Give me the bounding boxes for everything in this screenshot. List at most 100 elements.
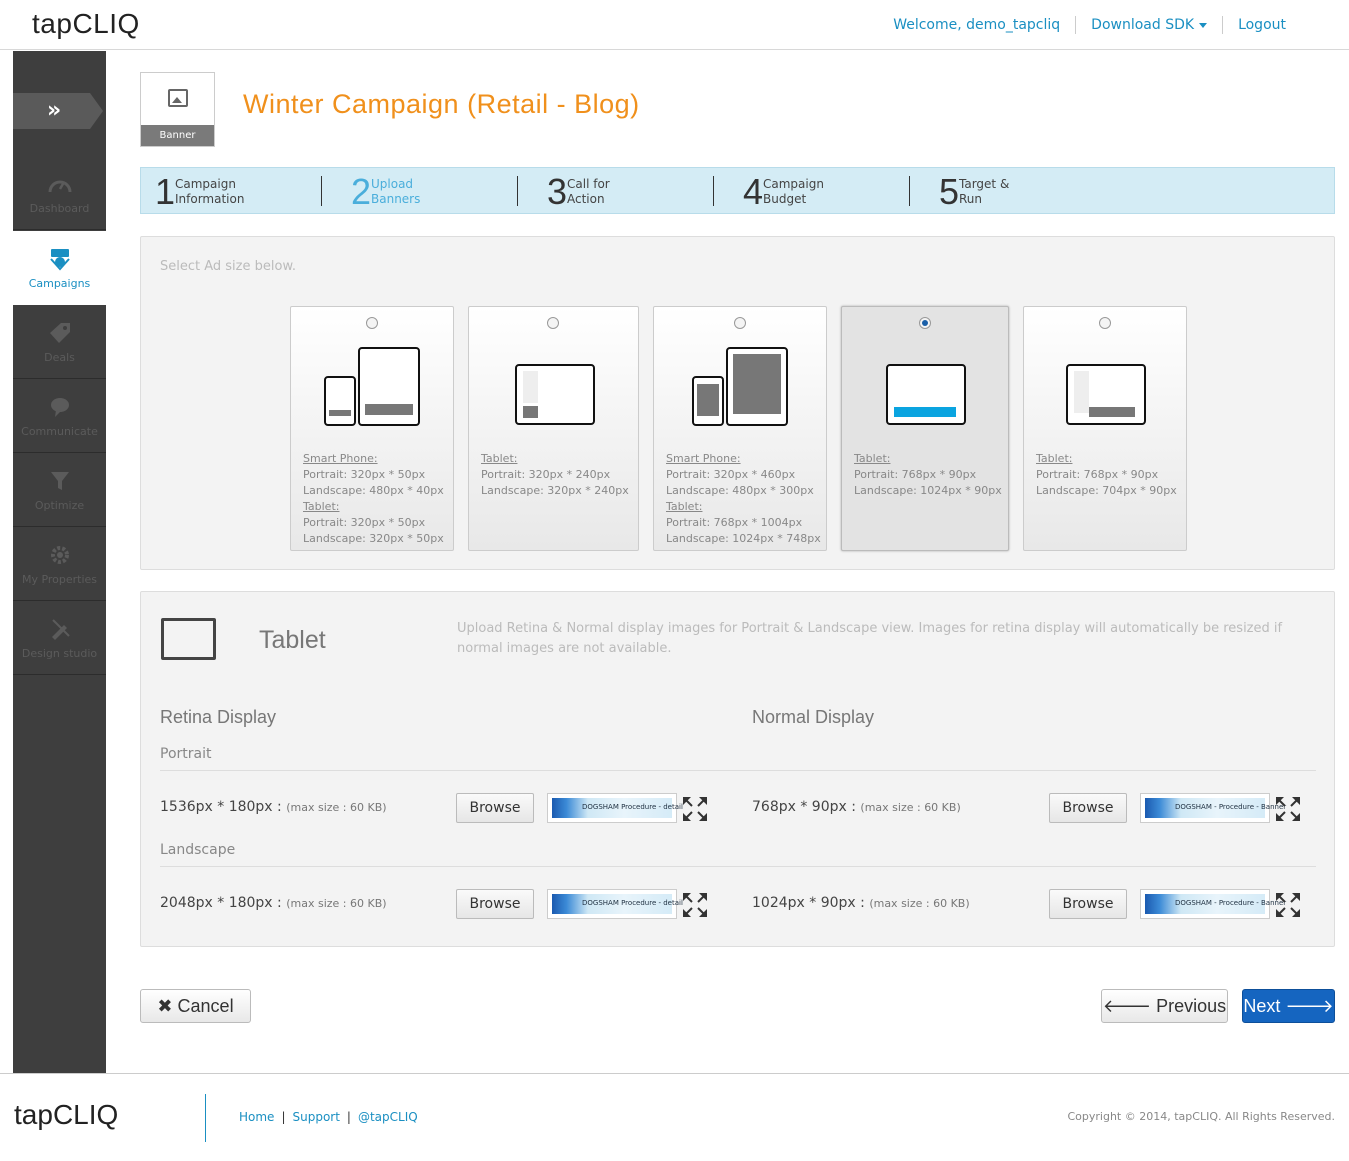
sidebar-item-dashboard[interactable]: Dashboard bbox=[13, 156, 106, 230]
copyright: Copyright © 2014, tapCLIQ. All Rights Re… bbox=[1067, 1110, 1336, 1123]
step-label-line2: Run bbox=[959, 192, 983, 206]
footer-link-twitter[interactable]: @tapCLIQ bbox=[358, 1110, 418, 1124]
previous-button[interactable]: 🡐 Previous bbox=[1101, 989, 1228, 1023]
banner-thumbnail: DOGSHAM - Procedure - Banner bbox=[1140, 793, 1286, 823]
max-size-note: (max size : 60 KB) bbox=[860, 801, 961, 814]
footer-divider bbox=[205, 1094, 206, 1142]
banner-image: DOGSHAM - Procedure - Banner bbox=[1145, 798, 1286, 818]
max-size-note: (max size : 60 KB) bbox=[286, 897, 387, 910]
divider bbox=[160, 770, 1316, 771]
ad-size-radio-5[interactable] bbox=[1099, 317, 1111, 329]
download-sdk-menu[interactable]: Download SDK bbox=[1075, 16, 1222, 34]
step-number: 3 bbox=[547, 171, 568, 212]
ad-size-card-3[interactable]: Smart Phone: Portrait: 320px * 460px Lan… bbox=[653, 306, 827, 551]
download-sdk-label: Download SDK bbox=[1091, 17, 1195, 33]
desc-line: Tablet: bbox=[481, 452, 518, 465]
browse-button[interactable]: Browse bbox=[456, 793, 534, 823]
ad-size-card-4[interactable]: Tablet: Portrait: 768px * 90px Landscape… bbox=[841, 306, 1009, 551]
browse-button[interactable]: Browse bbox=[1049, 889, 1127, 919]
sidebar-item-label: Dashboard bbox=[29, 202, 90, 215]
step-call-for-action[interactable]: 3 Call for Action bbox=[533, 168, 729, 213]
sidebar-item-label: Campaigns bbox=[28, 277, 91, 290]
ad-size-panel: Select Ad size below. Smart Phone: Portr… bbox=[140, 236, 1335, 570]
cancel-button[interactable]: ✖ Cancel bbox=[140, 989, 251, 1023]
portrait-label: Portrait bbox=[160, 746, 212, 762]
cancel-label: Cancel bbox=[177, 996, 234, 1016]
ad-size-card-2[interactable]: Tablet: Portrait: 320px * 240px Landscap… bbox=[468, 306, 639, 551]
sidebar-item-my-properties[interactable]: My Properties bbox=[13, 527, 106, 601]
browse-button[interactable]: Browse bbox=[456, 889, 534, 919]
ad-size-card-5[interactable]: Tablet: Portrait: 768px * 90px Landscape… bbox=[1023, 306, 1187, 551]
sidebar-item-communicate[interactable]: Communicate bbox=[13, 379, 106, 453]
ad-size-card-1[interactable]: Smart Phone: Portrait: 320px * 50px Land… bbox=[290, 306, 454, 551]
step-label: Campaign Information bbox=[175, 177, 244, 207]
footer-logo[interactable]: tapCLIQ bbox=[14, 1099, 118, 1131]
welcome-link[interactable]: Welcome, demo_tapcliq bbox=[878, 16, 1075, 34]
expand-icon[interactable] bbox=[681, 891, 709, 919]
max-size-note: (max size : 60 KB) bbox=[869, 897, 970, 910]
sidebar-item-label: Design studio bbox=[21, 647, 98, 660]
step-label-line1: Call for bbox=[567, 177, 610, 191]
expand-icon[interactable] bbox=[681, 795, 709, 823]
logo[interactable]: tapCLIQ bbox=[32, 8, 140, 40]
expand-icon[interactable] bbox=[1274, 795, 1302, 823]
desc-line: Smart Phone: bbox=[303, 452, 378, 465]
campaign-type-label: Banner bbox=[141, 125, 214, 146]
close-icon: ✖ bbox=[157, 996, 173, 1016]
campaign-type-badge: Banner bbox=[140, 72, 215, 147]
logo-part-b: CLIQ bbox=[72, 8, 140, 39]
ad-size-radio-2[interactable] bbox=[547, 317, 559, 329]
ad-size-radio-1[interactable] bbox=[366, 317, 378, 329]
funnel-icon bbox=[50, 472, 69, 490]
footer-link-support[interactable]: Support bbox=[292, 1110, 339, 1124]
banner-image: DOGSHAM Procedure - detail bbox=[552, 894, 683, 914]
banner-thumbnail: DOGSHAM Procedure - detail bbox=[547, 793, 683, 823]
browse-button[interactable]: Browse bbox=[1049, 793, 1127, 823]
step-number: 5 bbox=[939, 171, 960, 212]
top-bar: tapCLIQ Welcome, demo_tapcliq Download S… bbox=[0, 0, 1349, 50]
ad-size-radio-3[interactable] bbox=[734, 317, 746, 329]
size-text: 1536px * 180px : bbox=[160, 799, 282, 815]
step-campaign-information[interactable]: 1 Campaign Information bbox=[141, 168, 337, 213]
desc-line: Portrait: 320px * 50px bbox=[303, 468, 426, 481]
sidebar-item-optimize[interactable]: Optimize bbox=[13, 453, 106, 527]
design-icon bbox=[51, 619, 70, 640]
tablet-icon bbox=[726, 347, 788, 426]
step-target-run[interactable]: 5 Target & Run bbox=[925, 168, 1121, 213]
ad-size-radio-4[interactable] bbox=[919, 317, 931, 329]
step-campaign-budget[interactable]: 4 Campaign Budget bbox=[729, 168, 925, 213]
footer-link-home[interactable]: Home bbox=[239, 1110, 274, 1124]
size-text: 768px * 90px : bbox=[752, 799, 856, 815]
ad-size-desc-5: Tablet: Portrait: 768px * 90px Landscape… bbox=[1036, 451, 1177, 499]
desc-line: Portrait: 320px * 240px bbox=[481, 468, 611, 481]
sidebar-item-deals[interactable]: Deals bbox=[13, 305, 106, 379]
desc-line: Tablet: bbox=[1036, 452, 1073, 465]
next-button[interactable]: Next 🡒 bbox=[1242, 989, 1335, 1023]
desc-line: Landscape: 1024px * 90px bbox=[854, 484, 1002, 497]
step-label-line1: Upload bbox=[371, 177, 414, 191]
banner-image-text: DOGSHAM - Procedure - Banner bbox=[1175, 899, 1287, 907]
retina-portrait-size: 1536px * 180px : (max size : 60 KB) bbox=[160, 799, 387, 815]
sidebar-item-design-studio[interactable]: Design studio bbox=[13, 601, 106, 675]
sidebar-item-campaigns[interactable]: Campaigns bbox=[13, 231, 106, 305]
expand-icon[interactable] bbox=[1274, 891, 1302, 919]
chat-icon bbox=[50, 398, 69, 417]
desc-line: Landscape: 480px * 40px bbox=[303, 484, 444, 497]
sidebar: » Dashboard Campaigns Deals Communicate … bbox=[13, 51, 106, 1073]
step-label-line2: Banners bbox=[371, 192, 421, 206]
logo-part-a: tap bbox=[14, 1099, 53, 1130]
phone-icon bbox=[324, 376, 356, 426]
step-number: 1 bbox=[155, 171, 176, 212]
desc-line: Landscape: 480px * 300px bbox=[666, 484, 814, 497]
logo-part-b: CLIQ bbox=[52, 1099, 119, 1130]
desc-line: Landscape: 1024px * 748px bbox=[666, 532, 821, 545]
device-title: Tablet bbox=[259, 626, 326, 654]
ad-size-desc-2: Tablet: Portrait: 320px * 240px Landscap… bbox=[481, 451, 629, 499]
wizard-steps: 1 Campaign Information 2 Upload Banners 3 … bbox=[140, 167, 1335, 214]
step-label-line2: Action bbox=[567, 192, 605, 206]
footer-links: Home | Support | @tapCLIQ bbox=[239, 1110, 418, 1124]
logout-link[interactable]: Logout bbox=[1222, 16, 1301, 34]
sidebar-toggle[interactable]: » bbox=[13, 93, 103, 129]
step-upload-banners[interactable]: 2 Upload Banners bbox=[337, 168, 533, 213]
step-label-line2: Budget bbox=[763, 192, 807, 206]
